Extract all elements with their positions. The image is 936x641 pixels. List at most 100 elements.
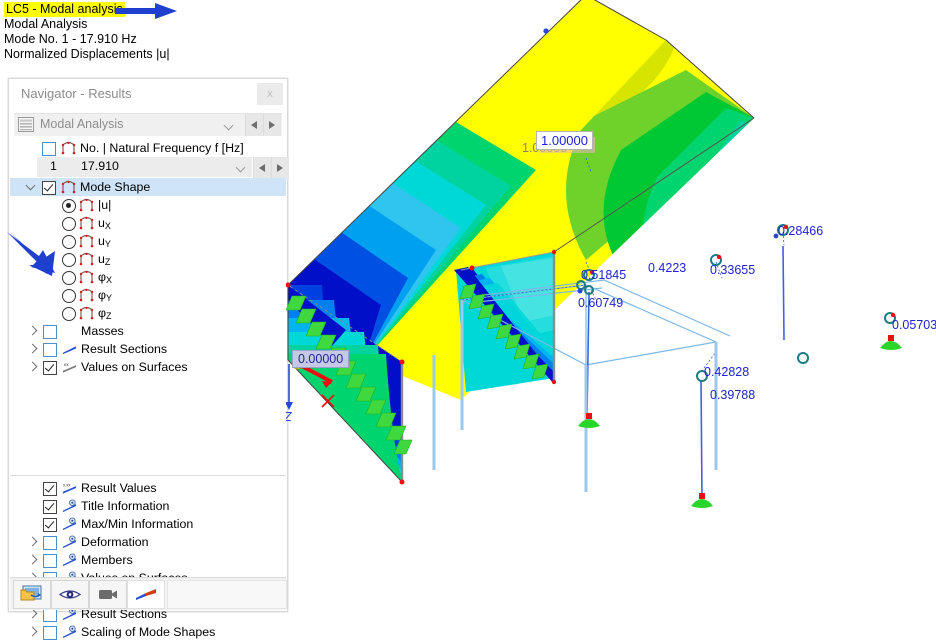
expand-collapse-icon[interactable] [27, 623, 39, 641]
mode-shape-annotation-arrow-icon [7, 229, 55, 276]
component-radio[interactable] [62, 307, 76, 321]
node-value-label[interactable]: 0.51845 [581, 268, 626, 282]
tree-item-mode-shape[interactable]: Mode Shape [10, 178, 286, 196]
mode-shape-icon [79, 198, 94, 212]
expand-collapse-icon[interactable] [25, 178, 38, 196]
deformed-columns [586, 245, 785, 499]
tree-item-label: No. | Natural Frequency f [Hz] [80, 141, 244, 155]
node-checkbox[interactable] [43, 325, 57, 339]
result-type-line: Normalized Displacements |u| [4, 47, 170, 61]
tree-item-scaling-of-mode-shapes[interactable]: Scaling of Mode Shapes [10, 623, 286, 641]
component-radio[interactable] [62, 199, 76, 213]
tree-item-label: Title Information [81, 499, 170, 513]
mode-shape-icon [79, 216, 94, 230]
component-radio[interactable] [62, 289, 76, 303]
title-annotation-arrow-icon [115, 3, 177, 19]
tree-item-values-on-surfaces[interactable]: xx Values on Surfaces [10, 358, 286, 376]
node-value-label[interactable]: 0.4223 [648, 261, 686, 275]
navigator-titlebar: Navigator - Results x [9, 79, 287, 111]
mode-info-line: Mode No. 1 - 17.910 Hz [4, 32, 137, 46]
tree-item-result-sections[interactable]: Result Sections [10, 340, 286, 358]
svg-text:xx: xx [64, 362, 69, 367]
node-checkbox[interactable] [43, 608, 57, 622]
navigator-toolbar [10, 577, 287, 610]
display-options-group: x.xx Result Values Title Information Max/Mi… [10, 475, 286, 640]
prev-arrow-icon[interactable] [245, 114, 263, 136]
natural-frequency-checkbox[interactable] [42, 142, 56, 156]
axis-indicator-z [286, 364, 293, 410]
chevron-down-icon[interactable] [225, 122, 234, 127]
tree-item-label: Members [81, 553, 133, 567]
camera-icon[interactable] [89, 580, 127, 609]
mode-shape-icon [79, 234, 94, 248]
tree-item-label: Result Values [81, 481, 157, 495]
model-viewport-3d[interactable]: Z 1.00000 1.00000 0.00000 0.28466 0.3365… [286, 0, 936, 617]
values-xx-icon: xx [62, 362, 77, 373]
max-value-label[interactable]: 1.00000 [536, 131, 593, 150]
node-value-label[interactable]: 0.28466 [778, 224, 823, 238]
frequency-value-field[interactable]: 1 17.910 [37, 157, 252, 177]
node-checkbox[interactable] [43, 500, 57, 514]
tree-item-component-φz[interactable]: φZ [10, 304, 286, 322]
node-checkbox[interactable] [43, 626, 57, 640]
tree-item-label: Scaling of Mode Shapes [81, 625, 216, 639]
tree-item-masses[interactable]: Masses [10, 322, 286, 340]
expand-collapse-icon[interactable] [27, 533, 39, 551]
values-xxx-icon: x.xx [62, 483, 77, 494]
mode-shape-icon [79, 288, 94, 302]
expand-collapse-icon[interactable] [27, 358, 39, 376]
node-value-label[interactable]: 0.05703 [892, 318, 936, 332]
mode-frequency: 17.910 [81, 159, 119, 173]
tree-item-result-values[interactable]: x.xx Result Values [10, 479, 286, 497]
expand-collapse-icon[interactable] [27, 322, 39, 340]
node-checkbox[interactable] [43, 554, 57, 568]
info-icon [62, 499, 77, 513]
load-case-title: LC5 - Modal analysis [4, 2, 125, 17]
analysis-selector-combo[interactable]: Modal Analysis [14, 113, 282, 136]
tree-item-max-min-information[interactable]: Max/Min Information [10, 515, 286, 533]
expand-collapse-icon[interactable] [27, 551, 39, 569]
tree-item-label: Mode Shape [80, 180, 151, 194]
tree-item-label: Result Sections [81, 342, 168, 356]
mode-shape-checkbox[interactable] [42, 181, 56, 195]
node-checkbox[interactable] [43, 518, 57, 532]
tree-item-label: Max/Min Information [81, 517, 194, 531]
node-value-label[interactable]: 0.60749 [578, 296, 623, 310]
info-icon [62, 517, 77, 531]
section-icon [62, 346, 77, 355]
mode-shape-icon [79, 252, 94, 266]
tree-item-natural-frequency[interactable]: No. | Natural Frequency f [Hz] [10, 139, 286, 157]
other-result-nodes: Masses Result Sections xx Values on Surface… [10, 322, 286, 376]
tree-item-title-information[interactable]: Title Information [10, 497, 286, 515]
node-checkbox[interactable] [43, 343, 57, 357]
node-value-label[interactable]: 0.33655 [710, 263, 755, 277]
next-arrow-icon[interactable] [263, 114, 281, 136]
tree-item-label: Values on Surfaces [81, 360, 188, 374]
info-icon [62, 535, 77, 549]
frequency-value-row[interactable]: 1 17.910 [10, 157, 289, 179]
node-checkbox[interactable] [43, 482, 57, 496]
info-icon [62, 625, 77, 639]
node-checkbox[interactable] [43, 361, 57, 375]
svg-text:x.xx: x.xx [63, 483, 71, 488]
tree-item-members[interactable]: Members [10, 551, 286, 569]
toolbar-empty-area [167, 580, 287, 609]
chevron-down-icon[interactable] [237, 164, 246, 169]
close-icon[interactable]: x [257, 83, 283, 105]
expand-collapse-icon[interactable] [27, 340, 39, 358]
tree-item-component-φy[interactable]: φY [10, 286, 286, 304]
node-value-label[interactable]: 0.42828 [704, 365, 749, 379]
tree-item-deformation[interactable]: Deformation [10, 533, 286, 551]
node-value-label[interactable]: 0.39788 [710, 388, 755, 402]
analysis-type-line: Modal Analysis [4, 17, 88, 31]
node-checkbox[interactable] [43, 536, 57, 550]
tree-item-label: φX [98, 270, 113, 285]
tree-item-label: |u| [98, 198, 112, 212]
eye-visibility-icon[interactable] [51, 580, 89, 609]
prev-arrow-icon[interactable] [253, 157, 271, 179]
min-value-label[interactable]: 0.00000 [292, 350, 350, 368]
tree-item-component-u[interactable]: |u| [10, 196, 286, 214]
open-results-icon[interactable] [13, 580, 51, 609]
analysis-selector-label: Modal Analysis [40, 117, 124, 131]
result-section-icon[interactable] [127, 580, 165, 609]
